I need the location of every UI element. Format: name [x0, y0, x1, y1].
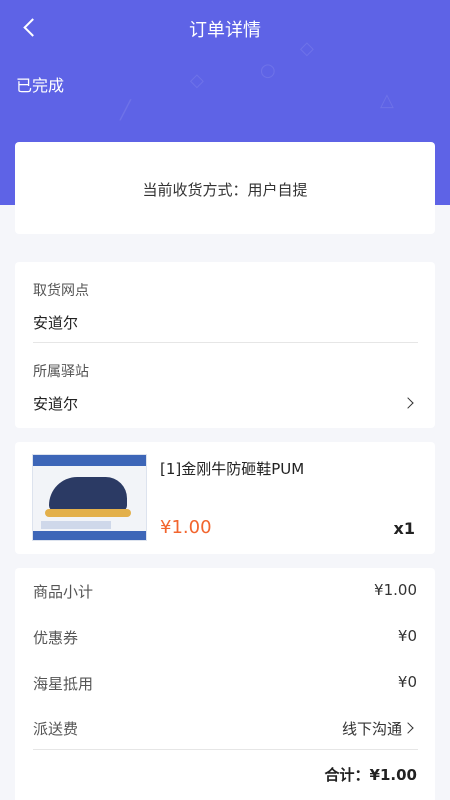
- delivery-fee-value[interactable]: 线下沟通: [342, 718, 402, 739]
- station-value[interactable]: 安道尔: [33, 393, 78, 414]
- price-summary-card: 商品小计 ¥1.00 优惠券 ¥0 海星抵用 ¥0 派送费 线下沟通 合计：¥1…: [15, 568, 435, 800]
- points-deduction-label: 海星抵用: [33, 675, 94, 693]
- subtotal-label: 商品小计: [33, 583, 94, 601]
- order-total: 合计：¥1.00: [324, 766, 417, 784]
- decor-shape: ◇: [190, 70, 204, 91]
- decor-shape: ╱: [120, 100, 131, 121]
- product-name: [1]金刚牛防砸鞋PUM: [160, 460, 305, 478]
- divider: [33, 749, 418, 750]
- product-quantity: x1: [393, 519, 415, 538]
- delivery-fee-label: 派送费: [33, 720, 79, 738]
- decor-shape: ○: [260, 60, 276, 81]
- delivery-method-text: 当前收货方式：用户自提: [142, 181, 308, 199]
- pickup-point-label: 取货网点: [33, 283, 89, 299]
- product-image: [32, 454, 147, 541]
- pickup-point-value: 安道尔: [33, 314, 79, 332]
- points-deduction-value: ¥0: [397, 673, 417, 691]
- station-label: 所属驿站: [33, 364, 89, 380]
- navigation-bar: 订单详情: [0, 0, 450, 58]
- coupon-value: ¥0: [397, 627, 417, 645]
- chevron-right-icon[interactable]: [402, 397, 414, 409]
- pickup-info-card: 取货网点 安道尔 所属驿站 安道尔: [15, 262, 435, 428]
- page-title: 订单详情: [189, 20, 261, 41]
- order-status: 已完成: [16, 76, 65, 95]
- subtotal-value: ¥1.00: [374, 581, 417, 599]
- delivery-method-card: 当前收货方式：用户自提: [15, 142, 435, 234]
- product-price: ¥1.00: [160, 517, 212, 538]
- coupon-label: 优惠券: [33, 629, 79, 647]
- decor-shape: △: [380, 90, 394, 111]
- divider: [33, 342, 418, 343]
- product-card[interactable]: [1]金刚牛防砸鞋PUM ¥1.00 x1: [15, 442, 435, 554]
- chevron-right-icon[interactable]: [402, 722, 414, 734]
